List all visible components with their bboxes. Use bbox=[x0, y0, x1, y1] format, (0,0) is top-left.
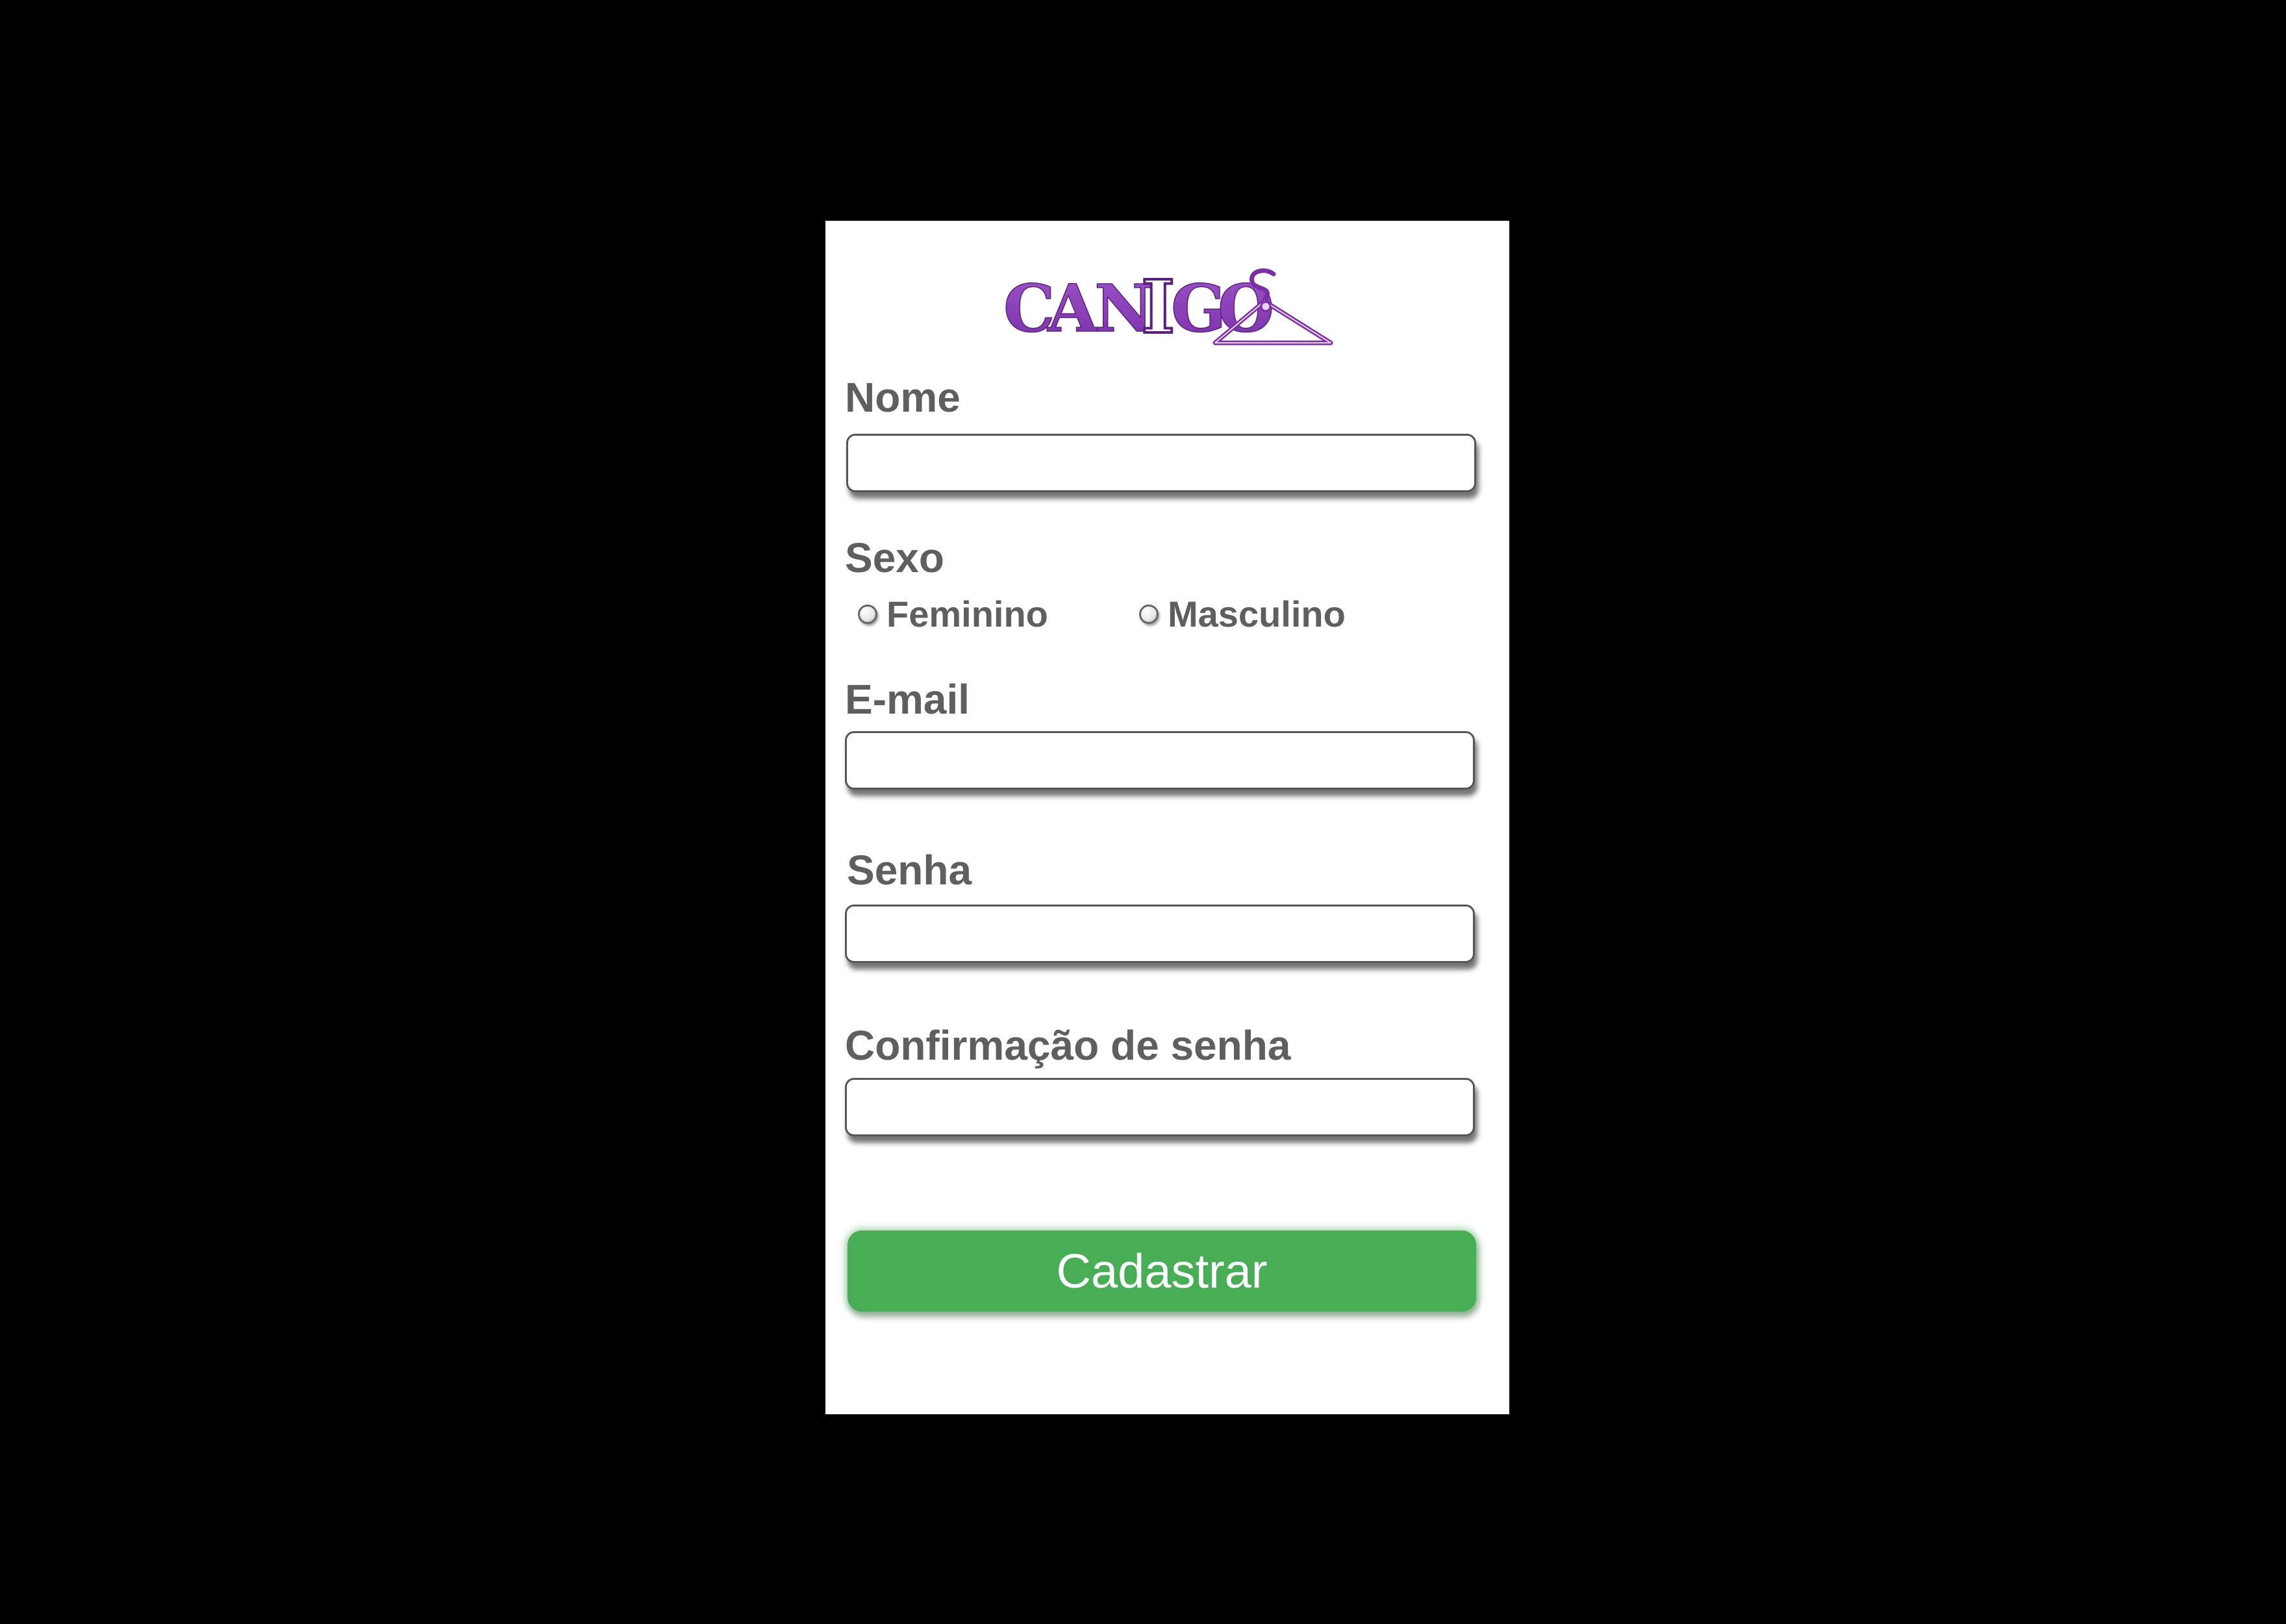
nome-input[interactable] bbox=[846, 434, 1476, 492]
radio-feminino-circle[interactable] bbox=[858, 605, 877, 624]
svg-text:I: I bbox=[1141, 265, 1175, 350]
nome-label: Nome bbox=[845, 374, 961, 421]
radio-masculino-label: Masculino bbox=[1168, 593, 1346, 634]
senha-label: Senha bbox=[847, 847, 972, 893]
cadastrar-button[interactable]: Cadastrar bbox=[848, 1230, 1476, 1312]
svg-text:A: A bbox=[1047, 270, 1099, 347]
email-label: E-mail bbox=[845, 676, 970, 723]
email-input[interactable] bbox=[845, 731, 1475, 790]
sexo-label: Sexo bbox=[845, 534, 944, 581]
radio-masculino[interactable]: Masculino bbox=[1139, 596, 1346, 632]
confirm-senha-input[interactable] bbox=[845, 1078, 1475, 1136]
senha-input[interactable] bbox=[845, 905, 1475, 963]
canigo-logo: C A N I G O bbox=[1001, 260, 1338, 357]
signup-card: C A N I G O Nome Sexo Feminino Masculino… bbox=[825, 221, 1509, 1414]
hanger-icon: C A N I G O bbox=[1003, 264, 1333, 351]
confirm-senha-label: Confirmação de senha bbox=[845, 1022, 1291, 1069]
radio-masculino-circle[interactable] bbox=[1139, 605, 1159, 624]
radio-feminino[interactable]: Feminino bbox=[858, 596, 1048, 632]
radio-feminino-label: Feminino bbox=[886, 593, 1048, 634]
